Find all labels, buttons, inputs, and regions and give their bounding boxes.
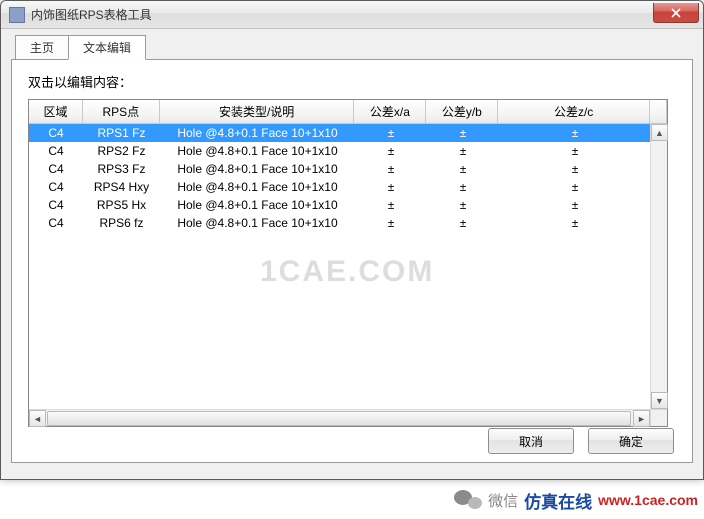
tab-main[interactable]: 主页 [15,35,69,60]
cell-y: ± [427,178,499,196]
titlebar[interactable]: 内饰图纸RPS表格工具 [1,1,703,29]
button-label: 取消 [519,433,543,450]
edit-hint-label: 双击以编辑内容： [28,72,680,91]
cell-rps: RPS6 fz [83,214,160,232]
cell-z: ± [499,160,651,178]
cell-x: ± [355,178,427,196]
client-area: 主页 文本编辑 双击以编辑内容： 区域 RPS点 安装类型/说明 公差x/a 公… [1,29,703,473]
cell-area: C4 [29,124,83,142]
wechat-icon [454,488,482,512]
cell-y: ± [427,214,499,232]
cell-x: ± [355,160,427,178]
cell-area: C4 [29,214,83,232]
cell-area: C4 [29,142,83,160]
scroll-left-button[interactable]: ◄ [29,410,46,427]
table-row[interactable]: C4RPS4 HxyHole @4.8+0.1 Face 10+1x10±±± [29,178,667,196]
window-title: 内饰图纸RPS表格工具 [31,6,152,23]
cell-desc: Hole @4.8+0.1 Face 10+1x10 [160,214,355,232]
cell-area: C4 [29,160,83,178]
cell-rps: RPS5 Hx [83,196,160,214]
scroll-down-button[interactable]: ▼ [651,392,668,409]
table-row[interactable]: C4RPS1 FzHole @4.8+0.1 Face 10+1x10±±± [29,124,667,142]
cell-area: C4 [29,178,83,196]
cell-desc: Hole @4.8+0.1 Face 10+1x10 [160,160,355,178]
cell-y: ± [427,124,499,142]
horizontal-scrollbar[interactable]: ◄ ► [29,409,650,426]
col-header-scrollgap [650,100,667,124]
dialog-button-bar: 取消 确定 [488,428,674,454]
table-header-row: 区域 RPS点 安装类型/说明 公差x/a 公差y/b 公差z/c [29,100,667,124]
tab-label: 文本编辑 [83,41,131,55]
table-row[interactable]: C4RPS5 HxHole @4.8+0.1 Face 10+1x10±±± [29,196,667,214]
cell-z: ± [499,124,651,142]
col-header-y[interactable]: 公差y/b [426,100,498,124]
close-icon [671,8,681,18]
button-label: 确定 [619,433,643,450]
cell-x: ± [355,214,427,232]
col-header-z[interactable]: 公差z/c [498,100,650,124]
cell-desc: Hole @4.8+0.1 Face 10+1x10 [160,196,355,214]
vertical-scrollbar[interactable]: ▲ ▼ [650,124,667,409]
cell-x: ± [355,124,427,142]
cell-x: ± [355,196,427,214]
footer-url: www.1cae.com [598,492,698,508]
table-body: C4RPS1 FzHole @4.8+0.1 Face 10+1x10±±±C4… [29,124,667,426]
cell-rps: RPS4 Hxy [83,178,160,196]
cell-rps: RPS1 Fz [83,124,160,142]
cell-y: ± [427,142,499,160]
cell-z: ± [499,214,651,232]
ok-button[interactable]: 确定 [588,428,674,454]
cell-desc: Hole @4.8+0.1 Face 10+1x10 [160,124,355,142]
cell-rps: RPS2 Fz [83,142,160,160]
cell-desc: Hole @4.8+0.1 Face 10+1x10 [160,178,355,196]
cell-area: C4 [29,196,83,214]
cell-z: ± [499,196,651,214]
scroll-right-button[interactable]: ► [633,410,650,427]
tab-strip: 主页 文本编辑 [15,37,693,59]
scroll-up-button[interactable]: ▲ [651,124,668,141]
tab-label: 主页 [30,41,54,55]
footer-brand: 仿真在线 [524,488,592,513]
cell-rps: RPS3 Fz [83,160,160,178]
cell-z: ± [499,142,651,160]
app-icon [9,7,25,23]
cell-desc: Hole @4.8+0.1 Face 10+1x10 [160,142,355,160]
col-header-area[interactable]: 区域 [29,100,83,124]
tab-text-edit[interactable]: 文本编辑 [68,35,146,60]
col-header-rps[interactable]: RPS点 [83,100,160,124]
col-header-x[interactable]: 公差x/a [354,100,426,124]
footer-wechat-label: 微信 [488,490,518,511]
scrollbar-corner [650,409,667,426]
cell-y: ± [427,160,499,178]
table-row[interactable]: C4RPS2 FzHole @4.8+0.1 Face 10+1x10±±± [29,142,667,160]
cancel-button[interactable]: 取消 [488,428,574,454]
page-footer: 微信 仿真在线 www.1cae.com [0,481,704,519]
table-row[interactable]: C4RPS6 fzHole @4.8+0.1 Face 10+1x10±±± [29,214,667,232]
cell-z: ± [499,178,651,196]
table-row[interactable]: C4RPS3 FzHole @4.8+0.1 Face 10+1x10±±± [29,160,667,178]
dialog-window: 内饰图纸RPS表格工具 主页 文本编辑 双击以编辑内容： 区域 RPS点 安装类… [0,0,704,480]
rps-table[interactable]: 区域 RPS点 安装类型/说明 公差x/a 公差y/b 公差z/c C4RPS1… [28,99,668,427]
cell-y: ± [427,196,499,214]
close-button[interactable] [653,3,699,23]
tab-panel: 双击以编辑内容： 区域 RPS点 安装类型/说明 公差x/a 公差y/b 公差z… [11,59,693,463]
horizontal-scrollbar-thumb[interactable] [47,411,631,426]
cell-x: ± [355,142,427,160]
col-header-desc[interactable]: 安装类型/说明 [160,100,355,124]
